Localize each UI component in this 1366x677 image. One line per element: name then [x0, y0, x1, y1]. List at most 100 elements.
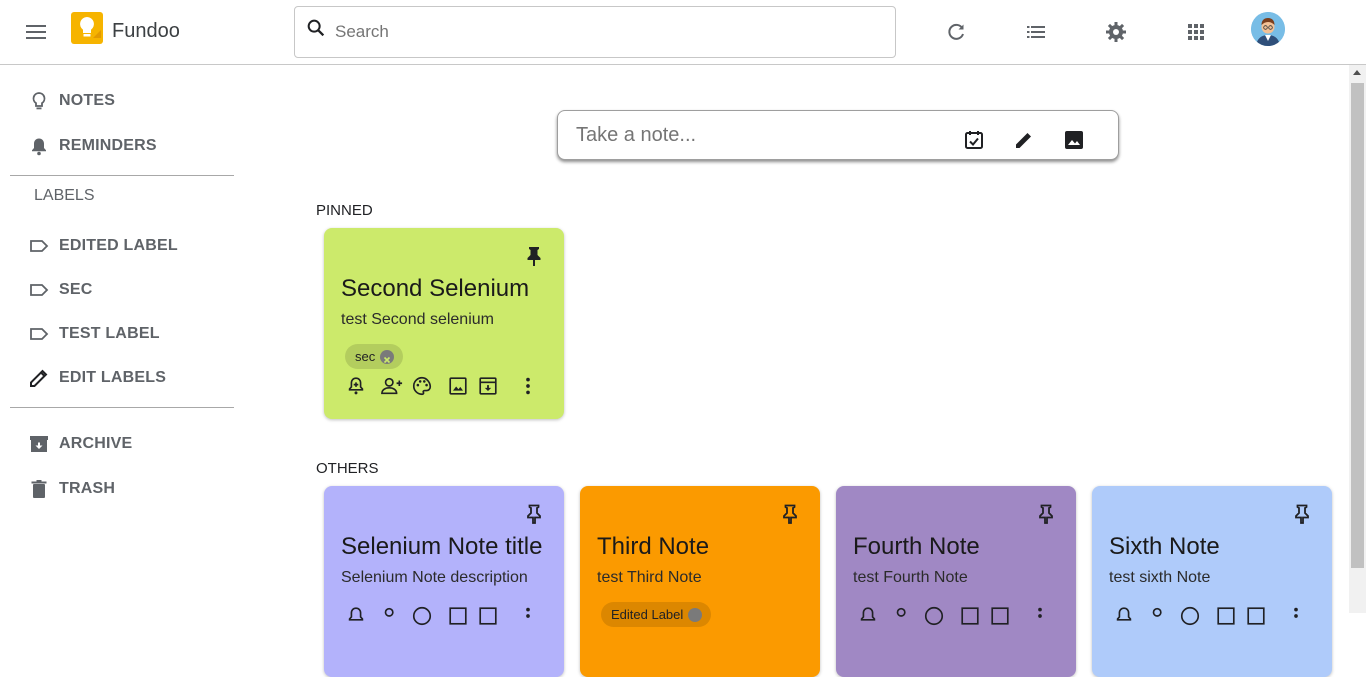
others-heading: OTHERS [316, 460, 379, 477]
collaborator-icon[interactable] [380, 375, 403, 397]
remind-me-icon[interactable] [345, 605, 367, 627]
note-actions [345, 375, 545, 399]
sidebar-item-test-label[interactable]: TEST LABEL [0, 314, 240, 354]
menu-icon[interactable] [22, 20, 50, 44]
divider [10, 175, 234, 176]
take-note-input[interactable] [576, 121, 946, 149]
note-description: test Fourth Note [853, 569, 968, 586]
label-chip[interactable]: Edited Label [601, 602, 712, 627]
sidebar-item-edited-label[interactable]: EDITED LABEL [0, 226, 240, 266]
palette-icon[interactable] [411, 375, 433, 397]
sidebar-item-label: TRASH [59, 480, 116, 497]
more-vert-icon[interactable] [1285, 605, 1307, 627]
note-description: Selenium Note description [341, 569, 528, 586]
note-card[interactable]: Second Selenium test Second selenium sec [324, 228, 564, 419]
remove-label-icon[interactable] [688, 608, 703, 622]
labels-heading: LABELS [34, 187, 95, 204]
sidebar: NOTES REMINDERS LABELS EDITED LABEL SEC … [0, 65, 244, 613]
checklist-icon[interactable] [962, 128, 986, 152]
bulb-logo-icon [71, 12, 103, 44]
label-chip-text: sec [355, 349, 376, 364]
archive-icon[interactable] [477, 605, 499, 627]
sidebar-item-label: EDIT LABELS [59, 369, 167, 386]
note-description: test Second selenium [341, 311, 494, 328]
trash-icon [27, 477, 51, 501]
remind-me-icon[interactable] [1113, 605, 1135, 627]
note-card[interactable]: Third Note test Third Note Edited Label [580, 486, 820, 677]
sidebar-item-label: REMINDERS [59, 137, 157, 154]
image-icon[interactable] [959, 605, 981, 627]
pin-outline-icon[interactable] [524, 503, 544, 525]
avatar[interactable] [1251, 12, 1285, 46]
remind-me-icon[interactable] [857, 605, 879, 627]
search-icon[interactable] [305, 17, 327, 44]
note-title: Selenium Note title [341, 533, 543, 560]
archive-icon[interactable] [989, 605, 1011, 627]
label-chip-text: Edited Label [611, 607, 684, 622]
archive-icon[interactable] [1245, 605, 1267, 627]
image-icon[interactable] [447, 375, 469, 397]
sidebar-item-notes[interactable]: NOTES [0, 81, 240, 121]
sidebar-item-label: ARCHIVE [59, 435, 133, 452]
sidebar-item-sec[interactable]: SEC [0, 270, 240, 310]
sidebar-item-trash[interactable]: TRASH [0, 469, 240, 509]
note-actions [345, 605, 545, 629]
palette-icon[interactable] [923, 605, 945, 627]
image-icon[interactable] [447, 605, 469, 627]
note-actions [857, 605, 1057, 629]
image-icon[interactable] [1215, 605, 1237, 627]
label-icon [27, 322, 51, 346]
settings-icon[interactable] [1104, 20, 1128, 44]
bulb-icon [27, 89, 51, 113]
label-chip[interactable]: sec [345, 344, 404, 369]
collaborator-icon[interactable] [380, 605, 402, 627]
sidebar-item-label: SEC [59, 281, 93, 298]
label-icon [27, 234, 51, 258]
archive-icon [27, 432, 51, 456]
note-title: Second Selenium [341, 275, 530, 302]
image-icon[interactable] [1062, 128, 1086, 152]
sidebar-item-edit-labels[interactable]: EDIT LABELS [0, 358, 240, 398]
archive-icon[interactable] [477, 375, 499, 397]
remove-label-icon[interactable] [380, 350, 395, 364]
pin-outline-icon[interactable] [780, 503, 800, 525]
more-vert-icon[interactable] [517, 605, 539, 627]
palette-icon[interactable] [411, 605, 433, 627]
pencil-icon [27, 366, 51, 390]
search-input[interactable] [335, 13, 875, 51]
list-view-icon[interactable] [1024, 20, 1048, 44]
divider [10, 407, 234, 408]
collaborator-icon[interactable] [1148, 605, 1170, 627]
take-note-bar[interactable] [557, 110, 1119, 160]
pencil-icon[interactable] [1012, 128, 1036, 152]
sidebar-item-label: EDITED LABEL [59, 237, 178, 254]
sidebar-item-label: NOTES [59, 92, 116, 109]
note-card[interactable]: Sixth Note test sixth Note [1092, 486, 1332, 677]
pin-outline-icon[interactable] [1036, 503, 1056, 525]
pin-filled-icon[interactable] [524, 245, 544, 267]
note-description: test Third Note [597, 569, 702, 586]
note-title: Sixth Note [1109, 533, 1220, 560]
sidebar-item-archive[interactable]: ARCHIVE [0, 424, 240, 464]
refresh-icon[interactable] [944, 20, 968, 44]
remind-me-icon[interactable] [345, 375, 367, 397]
collaborator-icon[interactable] [892, 605, 914, 627]
note-description: test sixth Note [1109, 569, 1211, 586]
vertical-scrollbar[interactable] [1349, 65, 1366, 613]
scroll-up-arrow-icon[interactable] [1353, 70, 1361, 75]
sidebar-item-reminders[interactable]: REMINDERS [0, 126, 240, 166]
more-vert-icon[interactable] [517, 375, 539, 397]
search-bar[interactable] [294, 6, 896, 58]
bell-icon [27, 134, 51, 158]
apps-grid-icon[interactable] [1184, 20, 1208, 44]
app-title: Fundoo [112, 20, 180, 42]
palette-icon[interactable] [1179, 605, 1201, 627]
pinned-heading: PINNED [316, 202, 373, 219]
more-vert-icon[interactable] [1029, 605, 1051, 627]
note-card[interactable]: Fourth Note test Fourth Note [836, 486, 1076, 677]
sidebar-item-label: TEST LABEL [59, 325, 160, 342]
pin-outline-icon[interactable] [1292, 503, 1312, 525]
scroll-thumb[interactable] [1351, 83, 1364, 568]
label-icon [27, 278, 51, 302]
note-card[interactable]: Selenium Note title Selenium Note descri… [324, 486, 564, 677]
